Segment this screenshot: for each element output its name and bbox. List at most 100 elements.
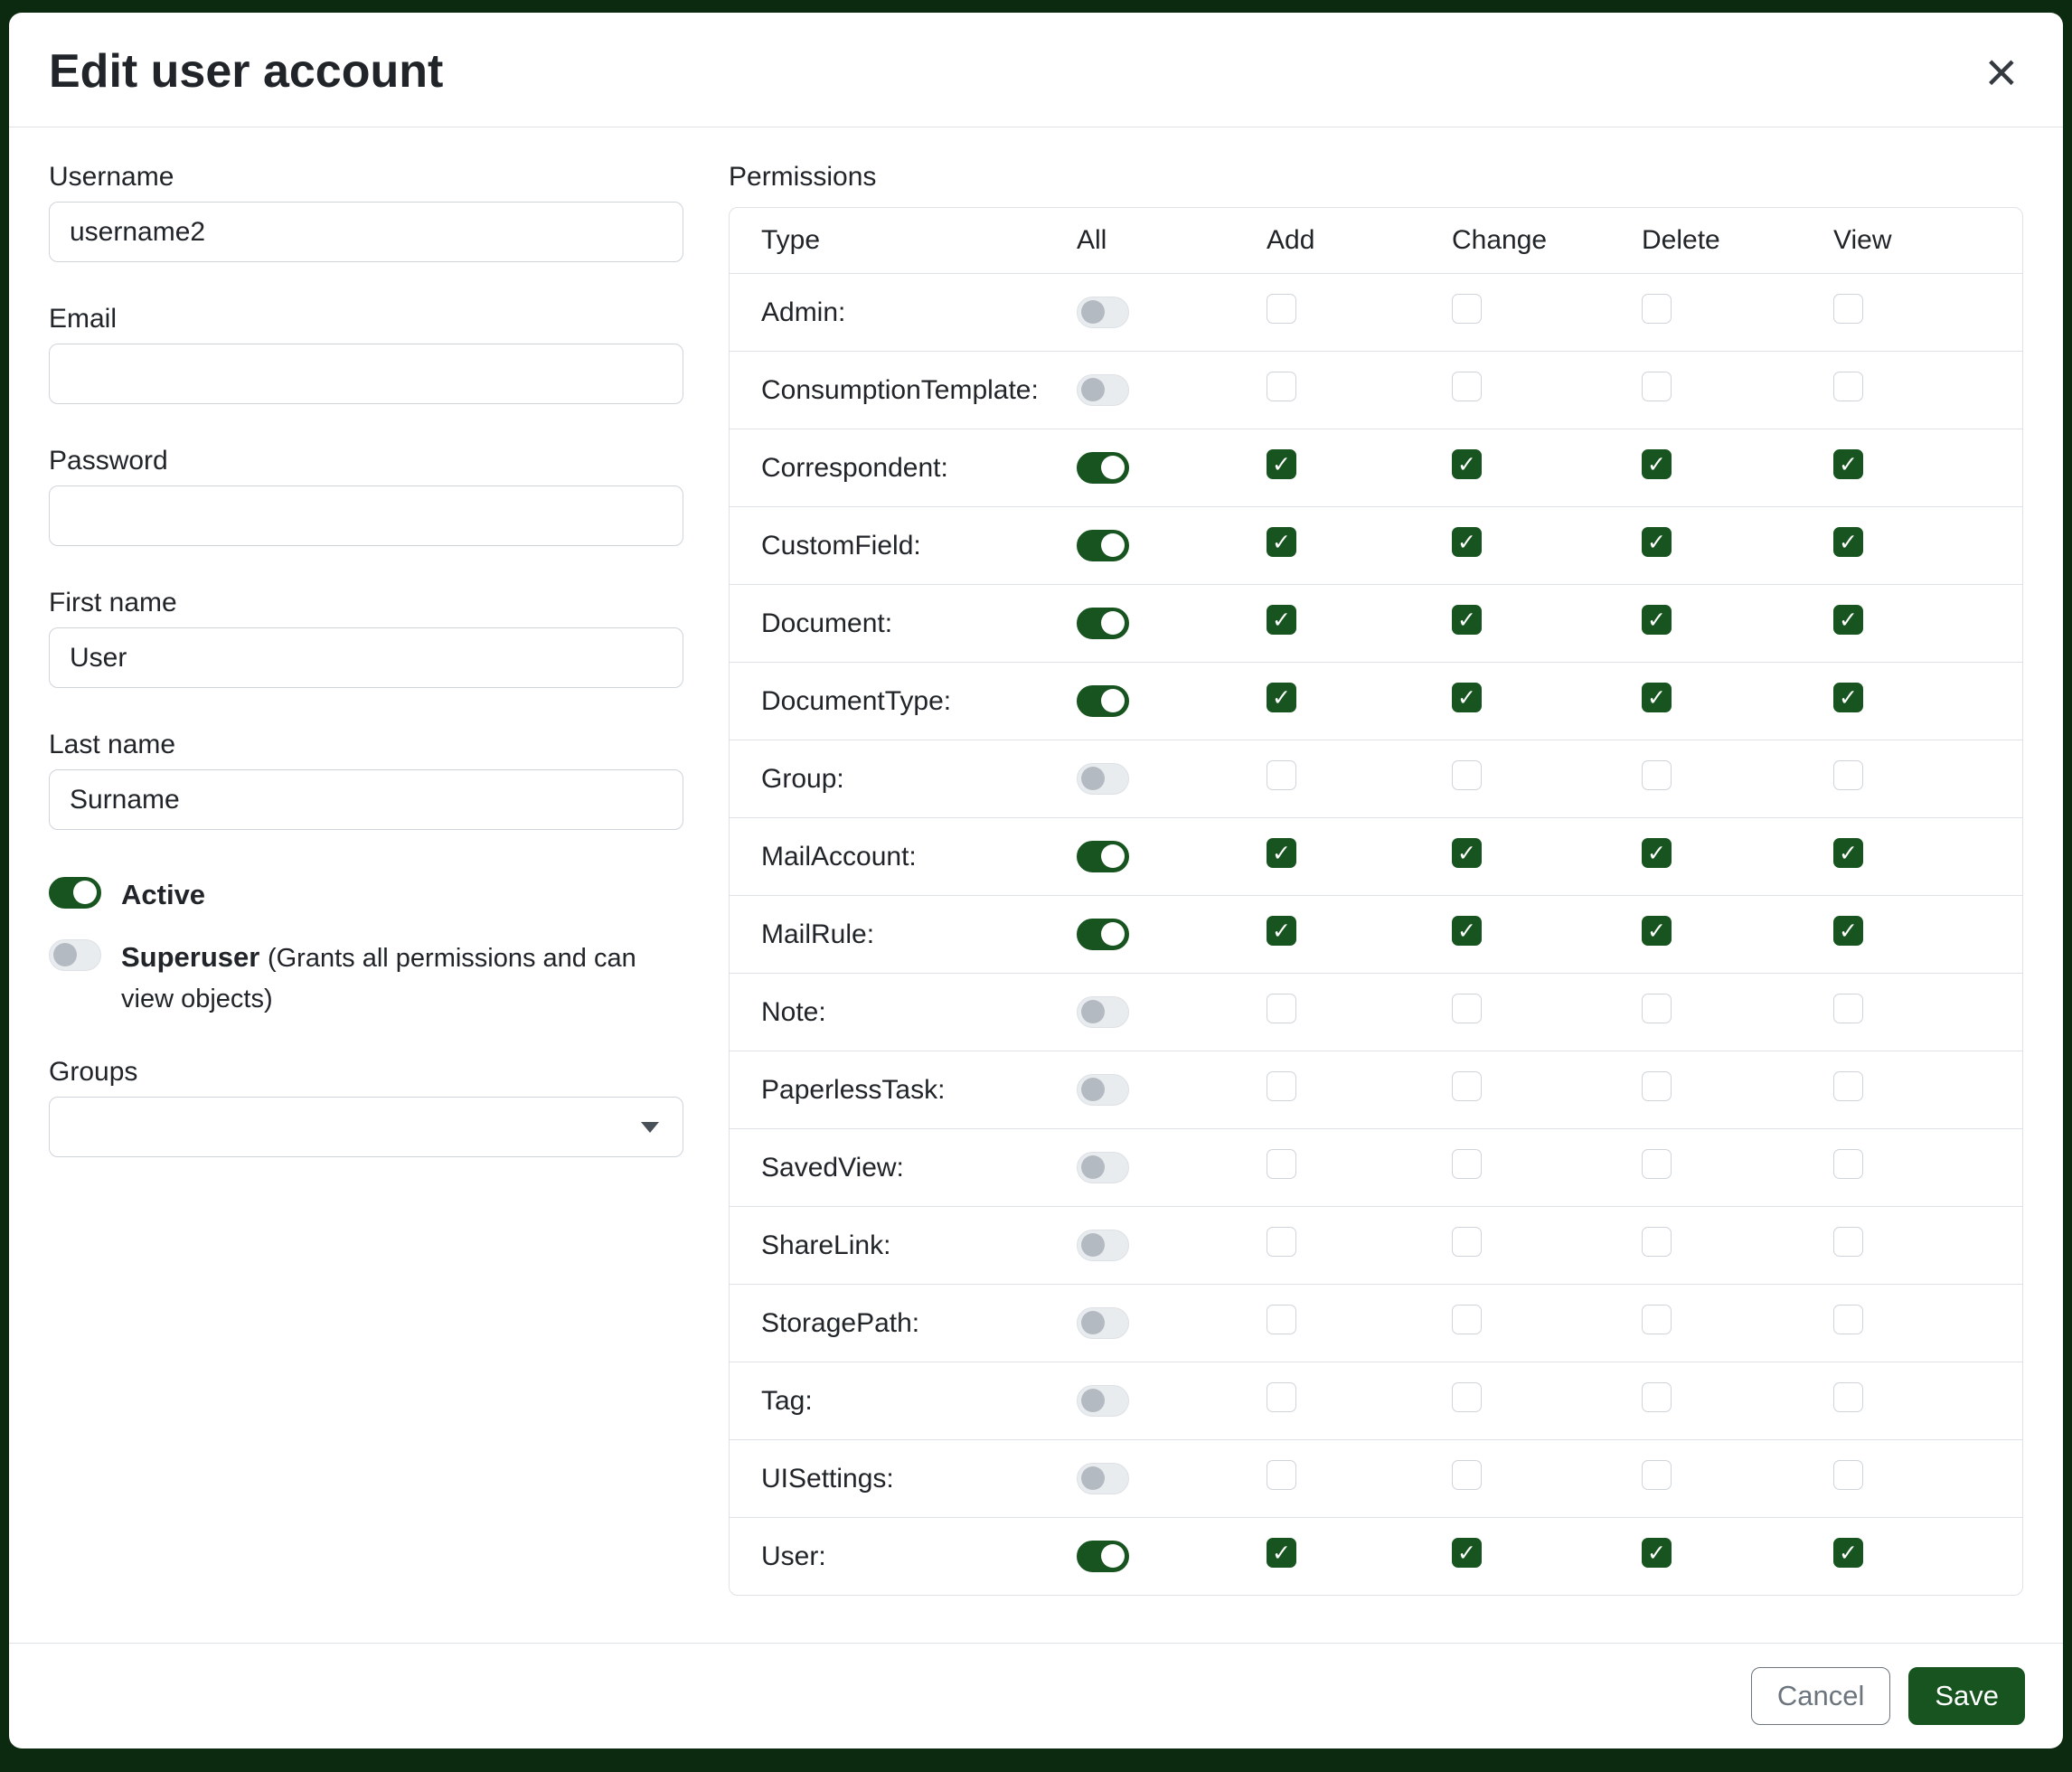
permission-delete-checkbox[interactable] (1642, 838, 1672, 868)
permission-change-checkbox[interactable] (1452, 1382, 1482, 1412)
permission-delete-checkbox[interactable] (1642, 372, 1672, 401)
permission-row: MailAccount: (730, 817, 2022, 895)
permission-all-toggle[interactable] (1077, 297, 1129, 328)
email-input[interactable] (49, 344, 683, 404)
permission-delete-checkbox[interactable] (1642, 294, 1672, 324)
permission-delete-checkbox[interactable] (1642, 527, 1672, 557)
permission-change-checkbox[interactable] (1452, 449, 1482, 479)
permission-add-checkbox[interactable] (1267, 1227, 1296, 1257)
permission-add-checkbox[interactable] (1267, 683, 1296, 712)
permission-change-checkbox[interactable] (1452, 1538, 1482, 1568)
permission-change-checkbox[interactable] (1452, 994, 1482, 1023)
permission-delete-checkbox[interactable] (1642, 1149, 1672, 1179)
permission-change-checkbox[interactable] (1452, 1149, 1482, 1179)
permission-change-checkbox[interactable] (1452, 527, 1482, 557)
permission-view-checkbox[interactable] (1833, 838, 1863, 868)
permission-add-checkbox[interactable] (1267, 449, 1296, 479)
permission-delete-checkbox[interactable] (1642, 683, 1672, 712)
permission-change-checkbox[interactable] (1452, 1305, 1482, 1334)
permission-view-checkbox[interactable] (1833, 760, 1863, 790)
permission-add-checkbox[interactable] (1267, 294, 1296, 324)
permission-delete-checkbox[interactable] (1642, 1538, 1672, 1568)
permission-delete-checkbox[interactable] (1642, 1382, 1672, 1412)
permission-add-checkbox[interactable] (1267, 527, 1296, 557)
permission-add-checkbox[interactable] (1267, 1382, 1296, 1412)
permission-add-checkbox[interactable] (1267, 372, 1296, 401)
permission-view-checkbox[interactable] (1833, 916, 1863, 946)
save-button[interactable]: Save (1908, 1667, 2025, 1725)
permission-add-checkbox[interactable] (1267, 994, 1296, 1023)
permission-change-checkbox[interactable] (1452, 683, 1482, 712)
permission-all-toggle[interactable] (1077, 841, 1129, 872)
permission-delete-checkbox[interactable] (1642, 1460, 1672, 1490)
permission-view-checkbox[interactable] (1833, 1227, 1863, 1257)
permission-view-checkbox[interactable] (1833, 1460, 1863, 1490)
groups-select[interactable] (49, 1097, 683, 1157)
permission-change-checkbox[interactable] (1452, 294, 1482, 324)
username-input[interactable] (49, 202, 683, 262)
last-name-label: Last name (49, 730, 683, 760)
permission-all-toggle[interactable] (1077, 919, 1129, 950)
permission-delete-checkbox[interactable] (1642, 605, 1672, 635)
permission-view-checkbox[interactable] (1833, 1305, 1863, 1334)
permission-all-toggle[interactable] (1077, 1385, 1129, 1417)
permission-all-toggle[interactable] (1077, 1463, 1129, 1494)
last-name-input[interactable] (49, 769, 683, 830)
close-icon[interactable]: × (1980, 45, 2023, 101)
password-input[interactable] (49, 485, 683, 546)
permission-add-checkbox[interactable] (1267, 1071, 1296, 1101)
permission-view-checkbox[interactable] (1833, 605, 1863, 635)
permission-add-checkbox[interactable] (1267, 916, 1296, 946)
permission-view-checkbox[interactable] (1833, 1538, 1863, 1568)
permission-delete-checkbox[interactable] (1642, 1227, 1672, 1257)
permission-delete-checkbox[interactable] (1642, 994, 1672, 1023)
permission-delete-checkbox[interactable] (1642, 1305, 1672, 1334)
permission-all-toggle[interactable] (1077, 608, 1129, 639)
permission-change-checkbox[interactable] (1452, 1227, 1482, 1257)
permission-change-checkbox[interactable] (1452, 838, 1482, 868)
permission-add-checkbox[interactable] (1267, 760, 1296, 790)
permission-view-checkbox[interactable] (1833, 1382, 1863, 1412)
permission-all-toggle[interactable] (1077, 685, 1129, 717)
permission-change-checkbox[interactable] (1452, 372, 1482, 401)
permission-add-checkbox[interactable] (1267, 605, 1296, 635)
permission-add-checkbox[interactable] (1267, 1460, 1296, 1490)
permission-all-toggle[interactable] (1077, 530, 1129, 561)
permission-view-checkbox[interactable] (1833, 294, 1863, 324)
permission-all-toggle[interactable] (1077, 374, 1129, 406)
permission-all-toggle[interactable] (1077, 763, 1129, 795)
permission-delete-checkbox[interactable] (1642, 1071, 1672, 1101)
permission-add-checkbox[interactable] (1267, 1305, 1296, 1334)
permission-delete-checkbox[interactable] (1642, 449, 1672, 479)
active-toggle[interactable] (49, 877, 101, 909)
permission-change-checkbox[interactable] (1452, 1071, 1482, 1101)
permission-all-toggle[interactable] (1077, 1307, 1129, 1339)
permission-type-label: MailRule: (761, 919, 1077, 950)
permission-all-toggle[interactable] (1077, 1074, 1129, 1106)
permission-add-checkbox[interactable] (1267, 1149, 1296, 1179)
permission-view-checkbox[interactable] (1833, 449, 1863, 479)
permission-type-label: Group: (761, 764, 1077, 795)
permission-view-checkbox[interactable] (1833, 372, 1863, 401)
permission-delete-checkbox[interactable] (1642, 916, 1672, 946)
permission-view-checkbox[interactable] (1833, 1149, 1863, 1179)
permission-view-checkbox[interactable] (1833, 683, 1863, 712)
permission-add-checkbox[interactable] (1267, 1538, 1296, 1568)
cancel-button[interactable]: Cancel (1751, 1667, 1891, 1725)
permission-all-toggle[interactable] (1077, 1541, 1129, 1572)
permission-change-checkbox[interactable] (1452, 760, 1482, 790)
permission-view-checkbox[interactable] (1833, 527, 1863, 557)
permission-all-toggle[interactable] (1077, 1152, 1129, 1183)
permission-delete-checkbox[interactable] (1642, 760, 1672, 790)
permission-all-toggle[interactable] (1077, 1230, 1129, 1261)
permission-all-toggle[interactable] (1077, 452, 1129, 484)
permission-view-checkbox[interactable] (1833, 1071, 1863, 1101)
permission-add-checkbox[interactable] (1267, 838, 1296, 868)
permission-all-toggle[interactable] (1077, 996, 1129, 1028)
permission-change-checkbox[interactable] (1452, 916, 1482, 946)
permission-change-checkbox[interactable] (1452, 1460, 1482, 1490)
first-name-input[interactable] (49, 627, 683, 688)
permission-change-checkbox[interactable] (1452, 605, 1482, 635)
superuser-toggle[interactable] (49, 939, 101, 971)
permission-view-checkbox[interactable] (1833, 994, 1863, 1023)
